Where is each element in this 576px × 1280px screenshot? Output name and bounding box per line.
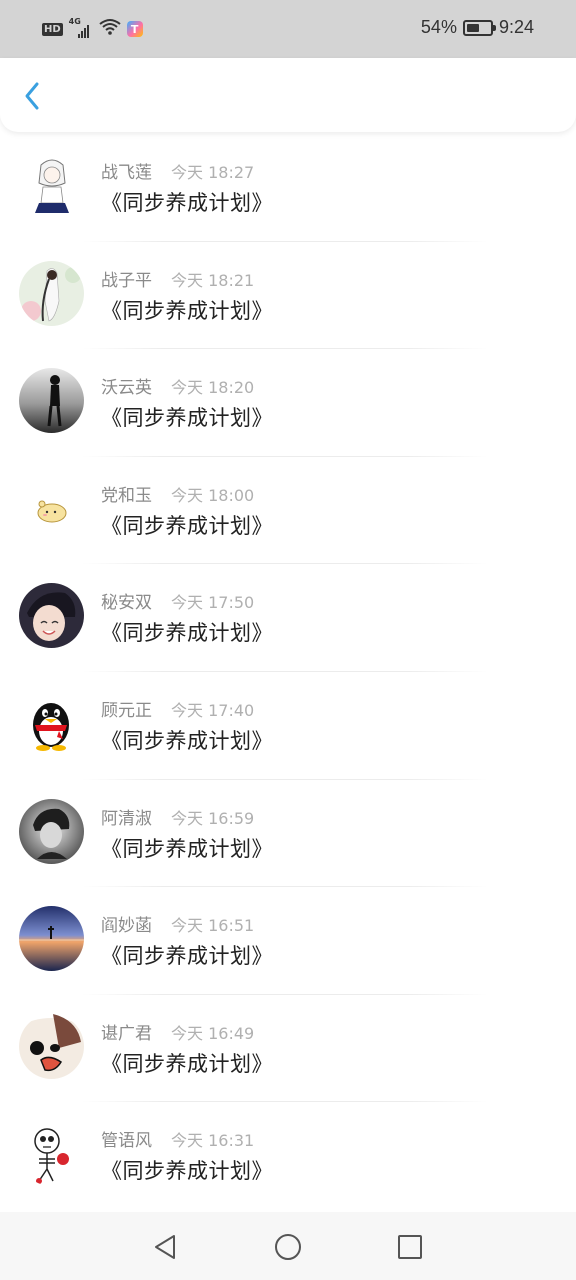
signal-icon: 4G [69,17,93,39]
back-button[interactable] [14,76,50,116]
list-item[interactable]: 管语风 今天 16:31 《同步养成计划》 [0,1102,576,1210]
message-text: 《同步养成计划》 [101,621,273,646]
clock: 9:24 [498,17,534,37]
status-icons-right: 54% 9:24 [421,17,534,38]
list-item[interactable]: 沃云英 今天 18:20 《同步养成计划》 [0,349,576,457]
message-time: 今天 18:27 [171,163,255,182]
avatar [19,690,84,756]
battery-percent: 54% [420,17,457,37]
system-navigation-bar [0,1212,576,1280]
message-time: 今天 17:40 [171,700,255,720]
message-text: 《同步养成计划》 [101,513,273,538]
top-bar [0,58,576,132]
message-time: 今天 18:00 [171,485,255,505]
message-time: 今天 16:31 [171,1131,255,1151]
list-item[interactable]: 阎妙菡 今天 16:51 《同步养成计划》 [0,887,576,995]
nav-back-button[interactable] [150,1232,180,1262]
message-text: 《同步养成计划》 [101,1051,273,1076]
list-item[interactable]: 战子平 今天 18:21 《同步养成计划》 [0,242,576,350]
avatar [19,798,84,864]
sender-name: 党和玉 [101,485,152,506]
message-text: 《同步养成计划》 [101,728,273,753]
avatar [19,368,84,434]
sender-name: 顾元正 [101,700,152,721]
avatar [19,153,84,218]
battery-icon [462,19,496,36]
avatar [19,583,84,649]
message-text: 《同步养成计划》 [101,406,273,431]
message-time: 今天 18:20 [171,378,255,398]
sender-name: 战飞莲 [101,163,152,183]
sender-name: 秘安双 [101,593,152,614]
status-icons-left: HD 4G T [42,17,143,40]
nav-home-button[interactable] [273,1232,303,1262]
message-text: 《同步养成计划》 [101,298,273,323]
chevron-left-icon [25,82,39,110]
wifi-icon [99,18,121,40]
sender-name: 阎妙菡 [101,916,152,937]
hd-badge: HD [42,22,63,36]
message-text: 《同步养成计划》 [101,191,273,215]
avatar [19,1121,84,1187]
avatar [19,475,84,541]
sender-name: 管语风 [101,1131,152,1152]
list-item[interactable]: 阿清淑 今天 16:59 《同步养成计划》 [0,780,576,888]
nav-recents-button[interactable] [395,1232,425,1262]
message-time: 今天 18:21 [171,270,255,290]
sender-name: 沃云英 [101,378,152,399]
avatar [19,906,84,972]
list-item[interactable]: 谌广君 今天 16:49 《同步养成计划》 [0,995,576,1103]
sender-name: 阿清淑 [101,808,152,829]
message-text: 《同步养成计划》 [101,1159,273,1184]
notification-app-icon: T [126,21,143,37]
message-text: 《同步养成计划》 [101,944,273,969]
list-item[interactable]: 战飞莲 今天 18:27 《同步养成计划》 [0,134,576,242]
list-item[interactable]: 顾元正 今天 17:40 《同步养成计划》 [0,672,576,780]
avatar [19,1013,84,1079]
list-item[interactable]: 党和玉 今天 18:00 《同步养成计划》 [0,457,576,565]
home-circle-icon [275,1234,301,1260]
message-time: 今天 16:49 [171,1023,255,1043]
sender-name: 战子平 [101,270,152,291]
back-triangle-icon [155,1235,175,1259]
message-text: 《同步养成计划》 [101,836,273,861]
message-list: 战飞莲 今天 18:27 《同步养成计划》 战子平 今天 18:21 《同步养成计划… [0,134,576,1210]
message-time: 今天 16:51 [171,916,255,936]
list-item[interactable]: 秘安双 今天 17:50 《同步养成计划》 [0,564,576,672]
avatar [19,260,84,326]
message-time: 今天 17:50 [171,593,255,613]
recents-square-icon [398,1235,422,1259]
message-time: 今天 16:59 [171,808,255,828]
status-bar: HD 4G T 54% 9:24 [0,0,576,58]
sender-name: 谌广君 [101,1023,152,1044]
